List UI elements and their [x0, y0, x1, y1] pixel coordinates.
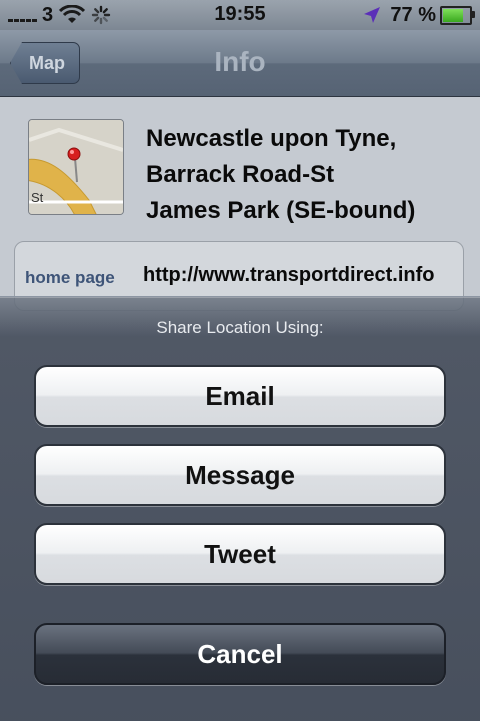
info-row-value: http://www.transportdirect.info	[143, 264, 435, 286]
battery-fill	[443, 8, 464, 22]
share-action-sheet: Share Location Using: Email Message Twee…	[0, 296, 480, 721]
place-name: Newcastle upon Tyne, Barrack Road-St Jam…	[146, 125, 416, 224]
status-bar: 3 19:55 77 %	[0, 0, 480, 30]
status-right: 77 %	[362, 3, 475, 26]
message-button[interactable]: Message	[34, 444, 446, 506]
cancel-button[interactable]: Cancel	[34, 623, 446, 685]
location-arrow-icon	[364, 7, 381, 23]
battery-percent: 77 %	[390, 3, 436, 26]
map-thumbnail[interactable]: St	[28, 119, 124, 215]
map-thumbnail-label: St	[31, 190, 44, 205]
back-button[interactable]: Map	[10, 42, 80, 84]
battery-icon	[440, 5, 475, 25]
info-row-label: home page	[25, 268, 115, 287]
action-sheet-title: Share Location Using:	[156, 318, 324, 337]
tweet-button[interactable]: Tweet	[34, 523, 446, 585]
navigation-bar: Info Map	[0, 30, 480, 97]
email-button[interactable]: Email	[34, 365, 446, 427]
